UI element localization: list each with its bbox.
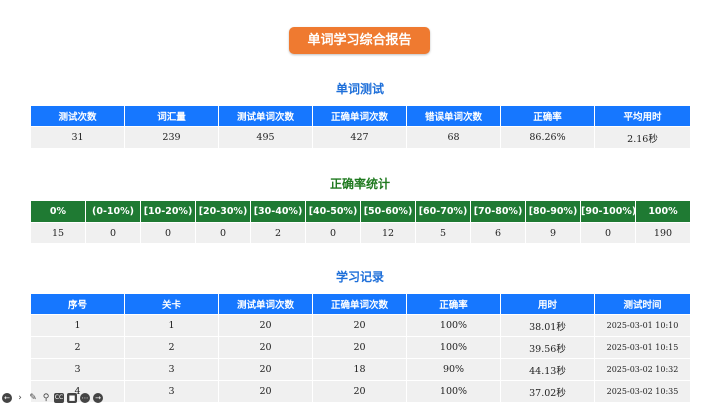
table-cell: 31 (30, 126, 125, 149)
header-cell: 测试单词次数 (218, 105, 313, 127)
table-cell: 2025-03-02 10:32 (594, 358, 691, 381)
camera-icon[interactable]: ■ (67, 393, 77, 403)
header-cell: [70-80%) (470, 200, 526, 223)
arrow-right-circle-icon[interactable]: → (93, 393, 103, 403)
table-cell: 3 (30, 358, 125, 381)
table-cell: 0 (195, 222, 251, 244)
table-row: 3 3 20 18 90% 44.13秒 2025-03-02 10:32 (30, 358, 691, 381)
header-cell: [30-40%) (250, 200, 306, 223)
table-row: 2 2 20 20 100% 39.56秒 2025-03-01 10:15 (30, 336, 691, 359)
table-cell: 100% (406, 336, 501, 359)
study-records-table: 序号 关卡 测试单词次数 正确单词次数 正确率 用时 测试时间 1 1 20 2… (30, 293, 691, 403)
table-row: 4 3 20 20 100% 37.02秒 2025-03-02 10:35 (30, 380, 691, 403)
table-row: 15 0 0 0 2 0 12 5 6 9 0 190 (30, 222, 691, 244)
table-cell: 20 (312, 380, 407, 403)
header-cell: 正确单词次数 (312, 293, 407, 315)
table-cell: 5 (415, 222, 471, 244)
table-cell: 68 (406, 126, 501, 149)
header-cell: [80-90%) (525, 200, 581, 223)
table-cell: 2.16秒 (594, 126, 691, 149)
header-cell: 正确率 (406, 293, 501, 315)
table-cell: 44.13秒 (500, 358, 595, 381)
header-cell: 测试时间 (594, 293, 691, 315)
table-header-row: 0% (0-10%) [10-20%) [20-30%) [30-40%) [4… (30, 200, 691, 223)
header-cell: 错误单词次数 (406, 105, 501, 127)
header-cell: 词汇量 (124, 105, 219, 127)
header-cell: 关卡 (124, 293, 219, 315)
word-test-table: 测试次数 词汇量 测试单词次数 正确单词次数 错误单词次数 正确率 平均用时 3… (30, 105, 691, 149)
table-cell: 20 (218, 314, 313, 337)
table-cell: 3 (124, 380, 219, 403)
table-cell: 38.01秒 (500, 314, 595, 337)
table-cell: 100% (406, 380, 501, 403)
table-row: 1 1 20 20 100% 38.01秒 2025-03-01 10:10 (30, 314, 691, 337)
arrow-right-icon[interactable]: › (15, 393, 25, 403)
table-cell: 495 (218, 126, 313, 149)
pencil-icon[interactable]: ✎ (28, 393, 38, 403)
header-cell: [90-100%) (580, 200, 636, 223)
header-cell: (0-10%) (85, 200, 141, 223)
header-cell: 正确率 (500, 105, 595, 127)
header-cell: [20-30%) (195, 200, 251, 223)
header-cell: 测试单词次数 (218, 293, 313, 315)
table-cell: 20 (218, 380, 313, 403)
table-cell: 39.56秒 (500, 336, 595, 359)
table-cell: 2025-03-02 10:35 (594, 380, 691, 403)
table-cell: 18 (312, 358, 407, 381)
arrow-left-icon[interactable]: ← (2, 393, 12, 403)
header-cell: 序号 (30, 293, 125, 315)
presentation-toolbar: ← › ✎ ⚲ CC ■ ⋯ → (2, 392, 103, 404)
word-test-heading: 单词测试 (335, 82, 384, 96)
table-cell: 2 (250, 222, 306, 244)
table-cell: 1 (30, 314, 125, 337)
accuracy-stats-table: 0% (0-10%) [10-20%) [20-30%) [30-40%) [4… (30, 200, 691, 244)
table-cell: 3 (124, 358, 219, 381)
more-icon[interactable]: ⋯ (80, 393, 90, 403)
table-cell: 239 (124, 126, 219, 149)
table-cell: 2 (30, 336, 125, 359)
accuracy-stats-heading: 正确率统计 (329, 177, 390, 191)
header-cell: 平均用时 (594, 105, 691, 127)
header-cell: [10-20%) (140, 200, 196, 223)
table-cell: 6 (470, 222, 526, 244)
cc-icon[interactable]: CC (54, 393, 64, 403)
table-header-row: 测试次数 词汇量 测试单词次数 正确单词次数 错误单词次数 正确率 平均用时 (30, 105, 691, 127)
table-cell: 86.26% (500, 126, 595, 149)
search-icon[interactable]: ⚲ (41, 393, 51, 403)
table-cell: 0 (140, 222, 196, 244)
table-cell: 20 (218, 358, 313, 381)
table-cell: 37.02秒 (500, 380, 595, 403)
header-cell: [50-60%) (360, 200, 416, 223)
table-cell: 12 (360, 222, 416, 244)
header-cell: [60-70%) (415, 200, 471, 223)
table-cell: 190 (635, 222, 691, 244)
header-cell: [40-50%) (305, 200, 361, 223)
table-cell: 2025-03-01 10:15 (594, 336, 691, 359)
table-cell: 20 (218, 336, 313, 359)
table-cell: 2025-03-01 10:10 (594, 314, 691, 337)
table-cell: 0 (580, 222, 636, 244)
table-cell: 427 (312, 126, 407, 149)
table-cell: 0 (305, 222, 361, 244)
table-cell: 20 (312, 314, 407, 337)
header-cell: 0% (30, 200, 86, 223)
header-cell: 测试次数 (30, 105, 125, 127)
table-cell: 9 (525, 222, 581, 244)
study-records-heading: 学习记录 (335, 270, 384, 284)
report-title-button[interactable]: 单词学习综合报告 (289, 27, 430, 54)
header-cell: 100% (635, 200, 691, 223)
table-header-row: 序号 关卡 测试单词次数 正确单词次数 正确率 用时 测试时间 (30, 293, 691, 315)
table-cell: 15 (30, 222, 86, 244)
table-cell: 100% (406, 314, 501, 337)
table-cell: 20 (312, 336, 407, 359)
table-cell: 90% (406, 358, 501, 381)
table-cell: 2 (124, 336, 219, 359)
table-cell: 1 (124, 314, 219, 337)
table-row: 31 239 495 427 68 86.26% 2.16秒 (30, 126, 691, 149)
header-cell: 正确单词次数 (312, 105, 407, 127)
table-cell: 0 (85, 222, 141, 244)
header-cell: 用时 (500, 293, 595, 315)
